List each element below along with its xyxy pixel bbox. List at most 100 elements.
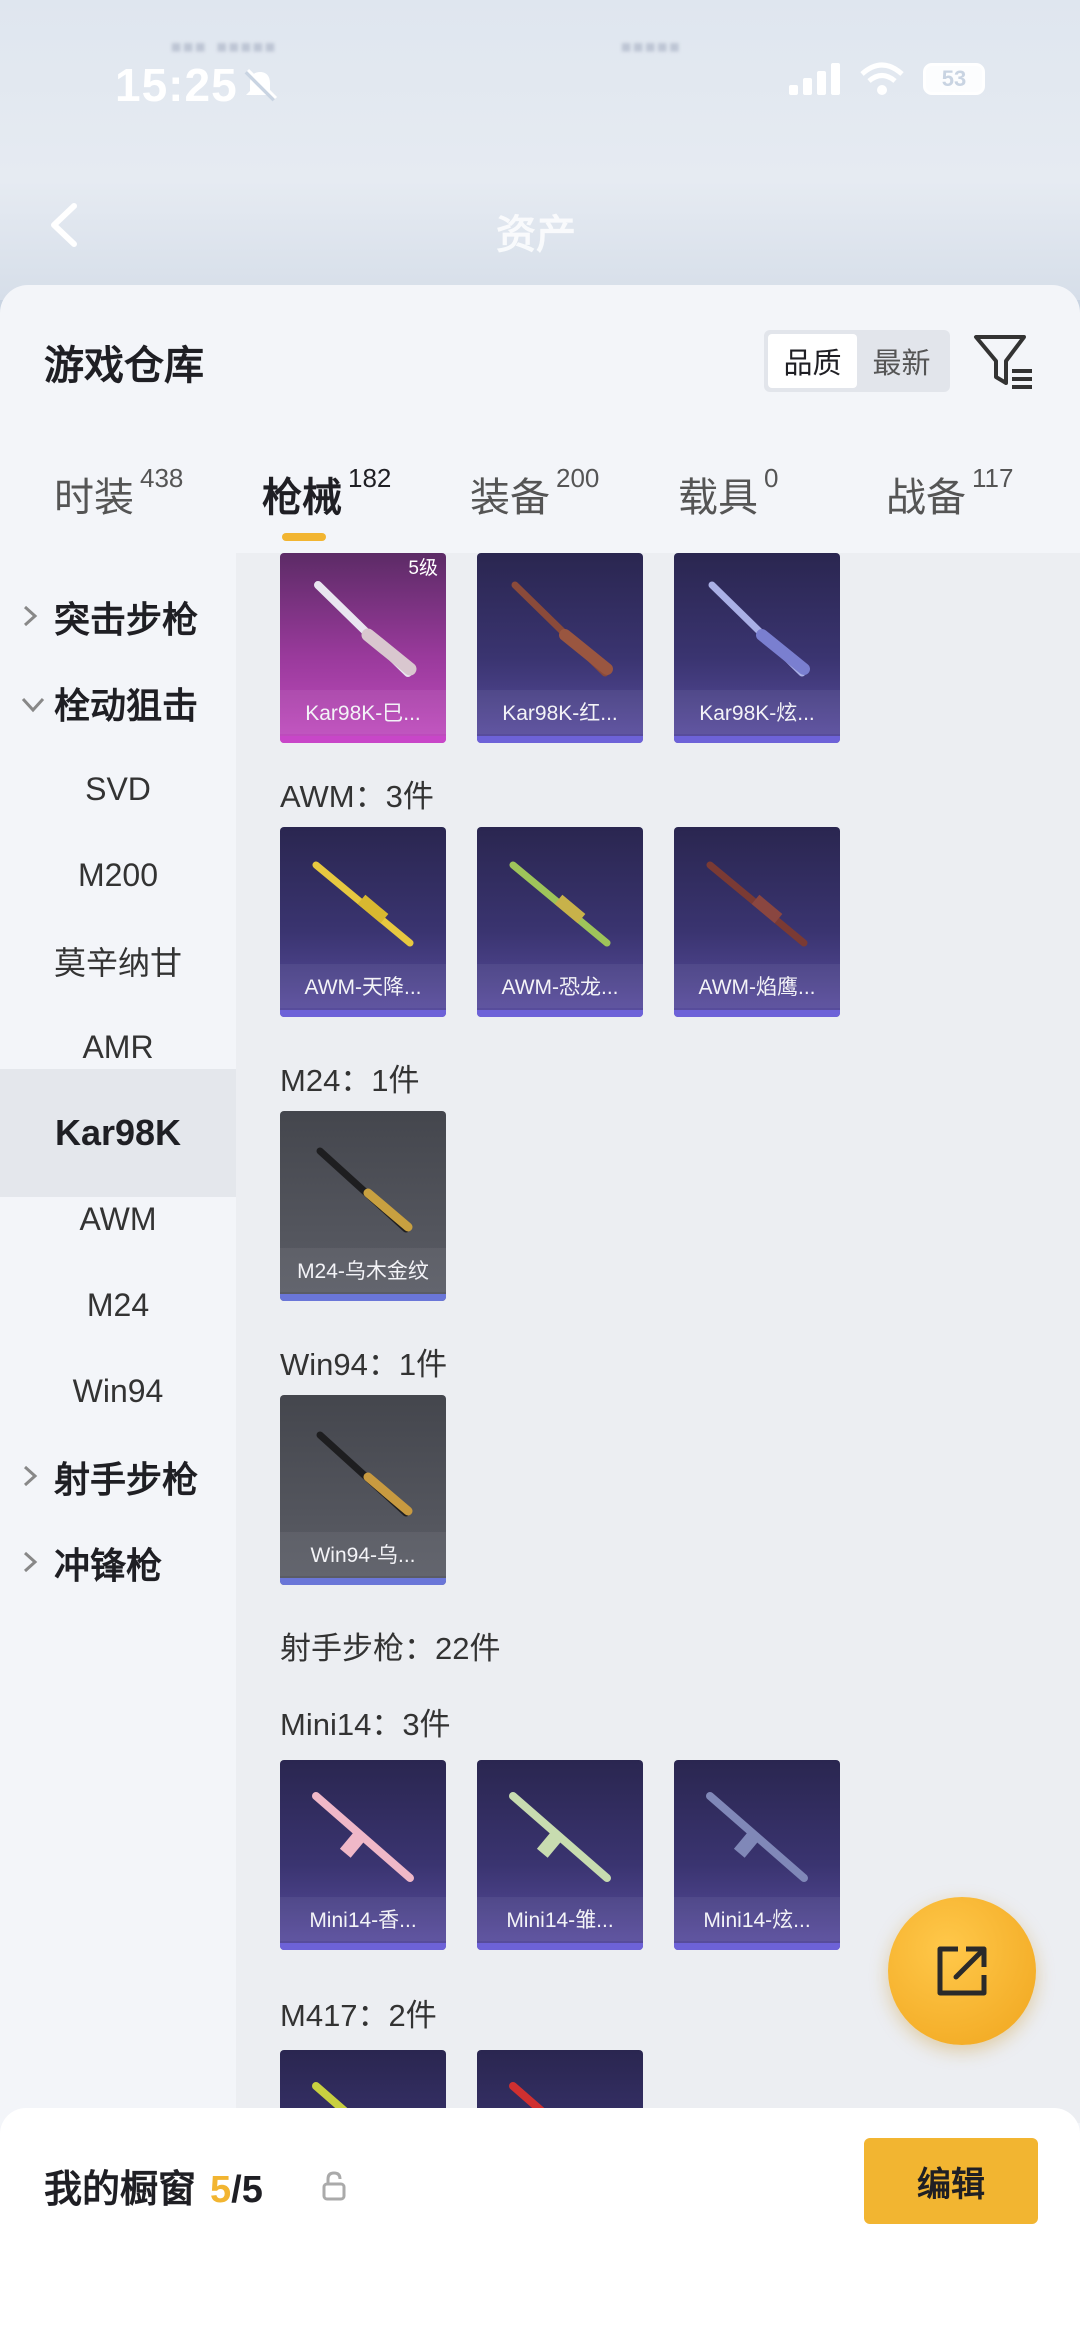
rarity-bar [280, 1294, 446, 1301]
active-tab-indicator [282, 533, 326, 541]
tab-count: 200 [556, 463, 600, 493]
weapon-name: M24-乌木金纹 [280, 1248, 446, 1292]
section-label: AWM：3件 [280, 779, 434, 814]
sort-newest-button[interactable]: 最新 [857, 334, 946, 388]
tab-fashion[interactable]: 时装 438 [54, 463, 184, 523]
sidebar-item-label: SVD [85, 770, 151, 807]
rarity-bar [674, 1943, 840, 1950]
section-label: M24：1件 [280, 1063, 420, 1098]
weapon-card[interactable]: Win94-乌... [280, 1395, 446, 1585]
weapon-card[interactable]: AWM-天降... [280, 827, 446, 1017]
signal-icon [789, 63, 840, 95]
weapon-card[interactable]: Mini14-雏... [477, 1760, 643, 1950]
edit-button[interactable]: 编辑 [864, 2138, 1038, 2224]
external-link-icon [937, 1946, 987, 1996]
weapon-name: Kar98K-巳... [280, 690, 446, 734]
warehouse-sheet: 游戏仓库 品质 最新 时装 438 枪械 182 装备 200 载具 0 战备 … [0, 285, 1080, 2348]
tab-equipment[interactable]: 装备 200 [470, 463, 600, 523]
tab-vehicles[interactable]: 载具 0 [678, 463, 779, 523]
status-indicators: 53 [789, 62, 985, 96]
weapon-name: Kar98K-红... [477, 690, 643, 734]
sidebar-item-label: Win94 [72, 1372, 164, 1409]
rifle-icon [314, 581, 417, 677]
rarity-bar [280, 1943, 446, 1950]
weapon-name: AWM-恐龙... [477, 964, 643, 1008]
sidebar-item-label: 冲锋枪 [54, 1545, 163, 1586]
weapon-card[interactable]: Kar98K-炫... [674, 553, 840, 743]
showcase-max-count: /5 [231, 2169, 263, 2211]
weapon-card[interactable]: 5级 Kar98K-巳... [280, 553, 446, 743]
chevron-right-icon [23, 1551, 38, 1573]
back-arrow-icon[interactable] [44, 200, 84, 250]
weapon-category-sidebar: 突击步枪 栓动狙击 SVD M200 莫辛纳甘 AMR Kar98K AWM M… [0, 553, 236, 2348]
rifle-icon [316, 1431, 413, 1517]
tab-count: 117 [972, 463, 1014, 493]
tab-count: 438 [140, 463, 184, 493]
weapon-card[interactable]: Mini14-香... [280, 1760, 446, 1950]
blurred-background: ▪▪▪▪▪ [620, 28, 681, 66]
tab-label: 载具 [678, 476, 758, 520]
weapon-level: 5级 [408, 558, 438, 579]
weapon-name: Kar98K-炫... [674, 690, 840, 734]
lock-icon [322, 2171, 346, 2201]
tab-count: 182 [348, 463, 392, 493]
sidebar-item-label: AWM [79, 1200, 157, 1237]
weapon-name: Win94-乌... [280, 1532, 446, 1576]
sidebar-item-label: 突击步枪 [54, 599, 199, 640]
weapon-grid: 5级 Kar98K-巳... Kar98K-红... Kar98K-炫... A… [236, 553, 1080, 2123]
wifi-icon [860, 62, 904, 95]
tab-supplies[interactable]: 战备 117 [886, 463, 1014, 523]
tab-label: 装备 [470, 476, 550, 520]
weapon-card[interactable]: Kar98K-红... [477, 553, 643, 743]
rarity-bar [280, 736, 446, 743]
sidebar-item-label: 栓动狙击 [54, 685, 199, 726]
sort-quality-button[interactable]: 品质 [768, 334, 857, 388]
tab-count: 0 [764, 463, 779, 493]
section-label: Mini14：3件 [280, 1707, 451, 1742]
showcase-current-count: 5 [210, 2169, 232, 2211]
share-button[interactable] [888, 1897, 1036, 2045]
showcase-label: 我的橱窗 5 /5 [44, 2158, 263, 2213]
rifle-icon [706, 1792, 808, 1882]
tab-firearms[interactable]: 枪械 182 [262, 463, 392, 523]
chevron-right-icon [23, 1465, 38, 1487]
tab-label: 战备 [886, 476, 966, 520]
filter-icon[interactable] [972, 331, 1036, 393]
sidebar-item-label: Kar98K [54, 1112, 182, 1153]
rifle-icon [312, 861, 414, 947]
rarity-bar [280, 1578, 446, 1585]
weapon-name: Mini14-雏... [477, 1897, 643, 1941]
weapon-name: Mini14-香... [280, 1897, 446, 1941]
weapon-card[interactable]: AWM-恐龙... [477, 827, 643, 1017]
rifle-icon [706, 861, 808, 947]
page-title: 资产 [496, 213, 576, 257]
weapon-card[interactable]: M24-乌木金纹 [280, 1111, 446, 1301]
weapon-name: Mini14-炫... [674, 1897, 840, 1941]
sort-toggle: 品质 最新 [764, 330, 950, 392]
weapon-card[interactable]: Mini14-炫... [674, 1760, 840, 1950]
rarity-bar [674, 736, 840, 743]
rarity-bar [477, 1010, 643, 1017]
weapon-card[interactable]: AWM-焰鹰... [674, 827, 840, 1017]
rarity-bar [477, 736, 643, 743]
category-tabs: 时装 438 枪械 182 装备 200 载具 0 战备 117 [0, 463, 1080, 555]
section-label: Win94：1件 [280, 1347, 448, 1382]
rarity-bar [674, 1010, 840, 1017]
rifle-icon [511, 581, 613, 677]
weapon-name: AWM-焰鹰... [674, 964, 840, 1008]
mute-bell-icon [244, 68, 278, 102]
showcase-title: 我的橱窗 [44, 2169, 197, 2211]
rifle-icon [316, 1147, 413, 1233]
sidebar-item-label: M24 [86, 1286, 150, 1323]
chevron-down-icon [21, 697, 45, 713]
rifle-icon [312, 1792, 414, 1882]
showcase-bar: 我的橱窗 5 /5 编辑 [0, 2108, 1080, 2348]
sidebar-item-label: 莫辛纳甘 [53, 945, 182, 981]
sidebar-item-label: 射手步枪 [54, 1459, 199, 1500]
section-label: M417：2件 [280, 1998, 437, 2033]
rarity-bar [477, 1943, 643, 1950]
sidebar-item-smg[interactable]: 冲锋枪 [0, 1499, 236, 1627]
rifle-icon [509, 1792, 611, 1882]
tab-label: 时装 [54, 476, 134, 520]
weapon-name: AWM-天降... [280, 964, 446, 1008]
